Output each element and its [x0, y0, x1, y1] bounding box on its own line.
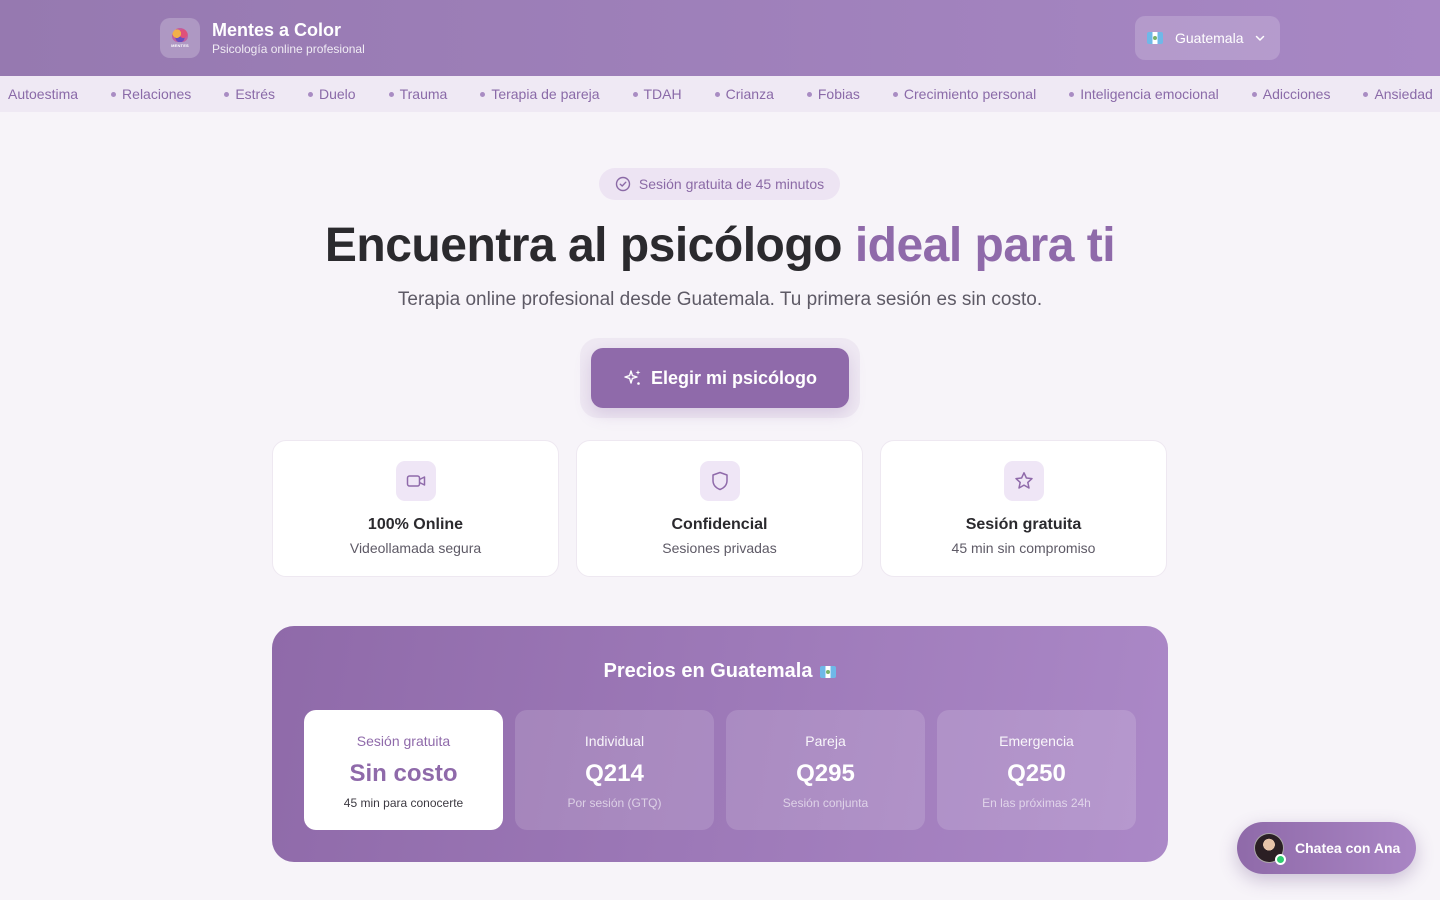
feature-title: 100% Online	[367, 516, 464, 533]
feature-description: Sesiones privadas	[662, 540, 777, 556]
bullet-icon	[111, 91, 117, 97]
feature-card-confidential: Confidencial Sesiones privadas	[576, 440, 863, 577]
feature-description: 45 min sin compromiso	[951, 540, 1096, 556]
guatemala-flag-icon	[820, 665, 837, 678]
price-card-individual[interactable]: Individual Q214 Por sesión (GTQ)	[515, 710, 714, 830]
bullet-icon	[480, 91, 486, 97]
logo-text: MENTES	[171, 43, 189, 48]
online-status-icon	[1275, 854, 1286, 865]
star-icon	[1004, 461, 1044, 501]
topic-tag[interactable]: Crianza	[714, 86, 774, 102]
shield-icon	[700, 461, 740, 501]
topic-tag[interactable]: Inteligencia emocional	[1069, 86, 1219, 102]
price-value: Q295	[796, 760, 855, 787]
pricing-section: Precios en Guatemala Sesión gratuita Sin…	[272, 626, 1168, 862]
price-note: Por sesión (GTQ)	[567, 796, 662, 810]
topic-tag[interactable]: Crecimiento personal	[892, 86, 1036, 102]
bullet-icon	[892, 91, 898, 97]
logo: MENTES	[160, 18, 200, 58]
choose-psychologist-button[interactable]: Elegir mi psicólogo	[591, 348, 849, 408]
price-card-free[interactable]: Sesión gratuita Sin costo 45 min para co…	[304, 710, 503, 830]
feature-title: Sesión gratuita	[965, 516, 1082, 533]
avatar	[1254, 833, 1286, 865]
brain-logo-icon	[172, 28, 188, 42]
topic-tag[interactable]: Duelo	[308, 86, 356, 102]
price-value: Sin costo	[349, 760, 458, 787]
price-card-emergency[interactable]: Emergencia Q250 En las próximas 24h	[937, 710, 1136, 830]
pricing-title: Precios en Guatemala	[272, 660, 1168, 683]
topics-marquee: Autoestima Relaciones Estrés Duelo Traum…	[0, 76, 1440, 112]
cta-label: Elegir mi psicólogo	[650, 367, 818, 388]
topic-tag[interactable]: Estrés	[224, 86, 275, 102]
site-header: MENTES Mentes a Color Psicología online …	[0, 0, 1440, 76]
bullet-icon	[1363, 91, 1369, 97]
bullet-icon	[806, 91, 812, 97]
bullet-icon	[308, 91, 313, 97]
title-main: Encuentra al psicólogo	[324, 219, 843, 272]
feature-card-online: 100% Online Videollamada segura	[272, 440, 559, 577]
chevron-down-icon	[1255, 35, 1265, 41]
topic-tag[interactable]: Relaciones	[111, 86, 191, 102]
brand[interactable]: MENTES Mentes a Color Psicología online …	[160, 18, 365, 58]
price-value: Q214	[585, 760, 644, 787]
brand-name: Mentes a Color	[212, 20, 342, 40]
price-note: En las próximas 24h	[982, 796, 1091, 810]
feature-title: Confidencial	[671, 516, 768, 533]
price-label: Pareja	[805, 733, 846, 749]
hero-subtitle: Terapia online profesional desde Guatema…	[397, 289, 1043, 310]
price-label: Sesión gratuita	[356, 733, 451, 749]
bullet-icon	[1251, 91, 1257, 97]
bullet-icon	[1069, 91, 1075, 97]
pricing-title-text: Precios en Guatemala	[603, 660, 813, 682]
chat-label: Chatea con Ana	[1295, 840, 1401, 856]
guatemala-flag-icon	[1147, 32, 1163, 44]
bullet-icon	[224, 91, 230, 97]
topic-tag[interactable]: TDAH	[632, 86, 682, 102]
page-title: Encuentra al psicólogo ideal para ti	[0, 218, 1440, 273]
badge-text: Sesión gratuita de 45 minutos	[638, 176, 825, 192]
bullet-icon	[714, 91, 720, 97]
topic-tag[interactable]: Trauma	[388, 86, 447, 102]
price-value: Q250	[1007, 760, 1066, 787]
price-card-couple[interactable]: Pareja Q295 Sesión conjunta	[726, 710, 925, 830]
price-note: Sesión conjunta	[782, 796, 869, 810]
topic-tag[interactable]: Terapia de pareja	[480, 86, 600, 102]
topic-tag[interactable]: Fobias	[806, 86, 860, 102]
title-accent: ideal para ti	[854, 219, 1116, 272]
topic-tag[interactable]: Autoestima	[8, 86, 78, 102]
country-selector-label: Guatemala	[1175, 30, 1244, 46]
video-icon	[396, 461, 436, 501]
chat-button[interactable]: Chatea con Ana	[1237, 822, 1416, 874]
price-label: Individual	[584, 733, 645, 749]
bullet-icon	[388, 91, 394, 97]
price-label: Emergencia	[999, 733, 1074, 749]
sparkles-icon	[624, 370, 641, 385]
feature-card-free-session: Sesión gratuita 45 min sin compromiso	[880, 440, 1167, 577]
topic-tag[interactable]: Adicciones	[1251, 86, 1330, 102]
bullet-icon	[632, 91, 638, 97]
feature-description: Videollamada segura	[349, 540, 482, 556]
brand-tagline: Psicología online profesional	[212, 42, 365, 56]
topic-tag[interactable]: Ansiedad	[1363, 86, 1433, 102]
free-session-badge: Sesión gratuita de 45 minutos	[599, 168, 840, 200]
price-note: 45 min para conocerte	[343, 796, 464, 810]
check-circle-icon	[615, 176, 631, 192]
country-selector[interactable]: Guatemala	[1135, 16, 1280, 60]
